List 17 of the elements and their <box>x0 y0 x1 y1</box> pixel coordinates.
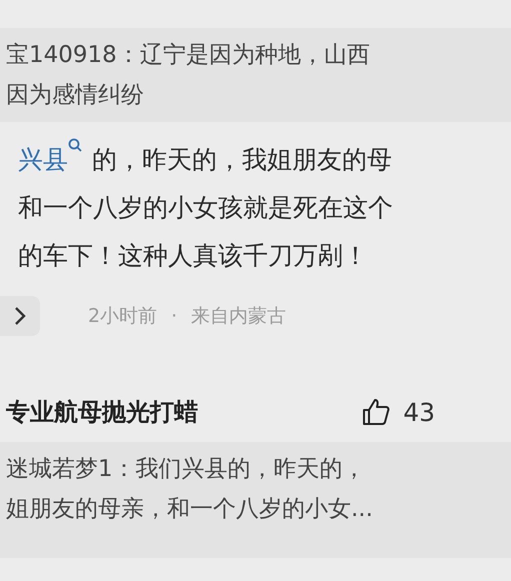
like-count: 43 <box>403 398 435 426</box>
thumbs-up-icon[interactable] <box>361 397 392 427</box>
separator-dot: · <box>171 305 178 327</box>
comment-text: 和一个八岁的小女孩就是死在这个 <box>18 192 393 224</box>
location-text: 来自内蒙古 <box>191 304 286 329</box>
username[interactable]: 专业航母抛光打蜡 <box>6 396 362 428</box>
quoted-reply-text: 迷城若梦1：我们兴县的，昨天的， <box>6 455 367 484</box>
more-button[interactable] <box>0 296 40 336</box>
quoted-reply-text: 宝140918：辽宁是因为种地，山西 <box>6 41 371 70</box>
chevron-right-icon <box>14 306 26 326</box>
comment-text: 的，昨天的，我姐朋友的母 <box>92 144 392 176</box>
quoted-reply-text: 姐朋友的母亲，和一个八岁的小女... <box>6 495 374 524</box>
quoted-reply-text: 因为感情纠纷 <box>6 81 145 110</box>
comment-text: 的车下！这种人真该千刀万剐！ <box>18 240 368 272</box>
search-icon <box>68 138 82 154</box>
topic-link[interactable]: 兴县 <box>18 136 82 184</box>
timestamp: 2小时前 <box>88 304 158 329</box>
